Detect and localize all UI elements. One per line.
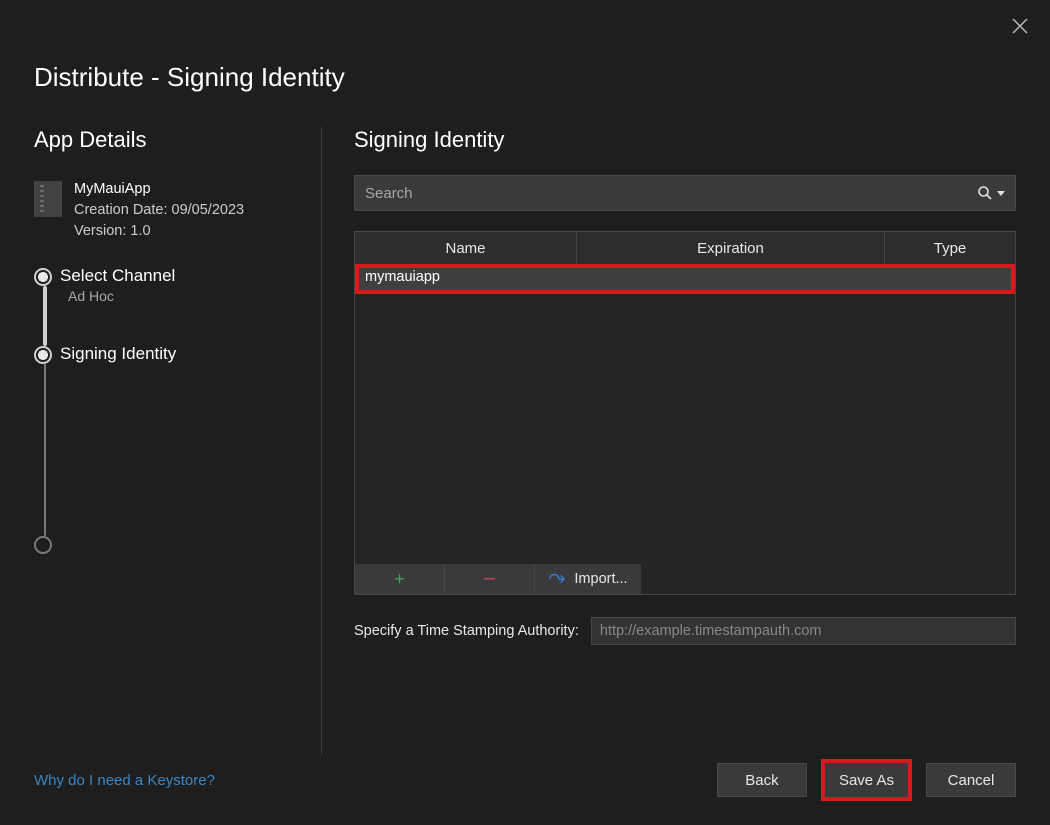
search-input[interactable] — [355, 176, 967, 210]
back-button[interactable]: Back — [717, 763, 807, 797]
right-heading: Signing Identity — [354, 127, 1016, 153]
step-dot-icon — [34, 346, 52, 364]
step-signing-identity[interactable]: Signing Identity — [60, 344, 311, 534]
step-title: Select Channel — [60, 266, 311, 286]
app-version: Version: 1.0 — [74, 221, 244, 242]
import-label: Import... — [574, 571, 627, 587]
package-icon — [34, 181, 62, 217]
close-button[interactable] — [1008, 14, 1032, 38]
plus-icon: + — [394, 569, 405, 590]
remove-button[interactable]: − — [445, 564, 535, 594]
tsa-label: Specify a Time Stamping Authority: — [354, 623, 579, 639]
chevron-down-icon — [997, 191, 1005, 196]
table-body: mymauiapp — [355, 264, 1015, 564]
right-panel: Signing Identity Name Expiration Type — [354, 127, 1016, 755]
left-heading: App Details — [34, 127, 311, 153]
dialog-window: Distribute - Signing Identity App Detail… — [0, 0, 1050, 825]
step-connector — [43, 286, 47, 346]
app-info: MyMauiApp Creation Date: 09/05/2023 Vers… — [34, 179, 311, 242]
dialog-footer: Why do I need a Keystore? Back Save As C… — [0, 765, 1050, 825]
search-icon — [977, 185, 993, 201]
cancel-button[interactable]: Cancel — [926, 763, 1016, 797]
save-as-button[interactable]: Save As — [821, 759, 912, 801]
search-dropdown-button[interactable] — [967, 185, 1015, 201]
tsa-input[interactable] — [591, 617, 1016, 645]
identities-table: Name Expiration Type mymauiapp + − — [354, 231, 1016, 595]
column-type[interactable]: Type — [885, 232, 1015, 264]
app-info-lines: MyMauiApp Creation Date: 09/05/2023 Vers… — [74, 179, 244, 242]
tsa-row: Specify a Time Stamping Authority: — [354, 617, 1016, 645]
step-title: Signing Identity — [60, 344, 311, 364]
column-expiration[interactable]: Expiration — [577, 232, 885, 264]
dialog-body: App Details MyMauiApp Creation Date: 09/… — [0, 93, 1050, 765]
step-connector — [44, 364, 46, 536]
import-arrow-icon — [548, 572, 566, 586]
table-header: Name Expiration Type — [355, 232, 1015, 264]
left-panel: App Details MyMauiApp Creation Date: 09/… — [34, 127, 322, 755]
step-dot-icon — [34, 536, 52, 554]
step-select-channel[interactable]: Select Channel Ad Hoc — [60, 266, 311, 344]
search-box[interactable] — [354, 175, 1016, 211]
step-dot-icon — [34, 268, 52, 286]
add-button[interactable]: + — [355, 564, 445, 594]
app-name: MyMauiApp — [74, 179, 244, 200]
wizard-steps: Select Channel Ad Hoc Signing Identity — [34, 266, 311, 534]
minus-icon: − — [483, 566, 496, 592]
keystore-help-link[interactable]: Why do I need a Keystore? — [34, 772, 215, 789]
column-name[interactable]: Name — [355, 232, 577, 264]
table-row[interactable]: mymauiapp — [355, 264, 1015, 290]
app-creation-date: Creation Date: 09/05/2023 — [74, 200, 244, 221]
import-button[interactable]: Import... — [535, 564, 641, 594]
step-subtitle: Ad Hoc — [60, 288, 311, 304]
dialog-title: Distribute - Signing Identity — [0, 0, 1050, 93]
cell-name: mymauiapp — [365, 269, 440, 285]
close-icon — [1012, 18, 1028, 34]
table-toolbar: + − Import... — [355, 564, 641, 594]
